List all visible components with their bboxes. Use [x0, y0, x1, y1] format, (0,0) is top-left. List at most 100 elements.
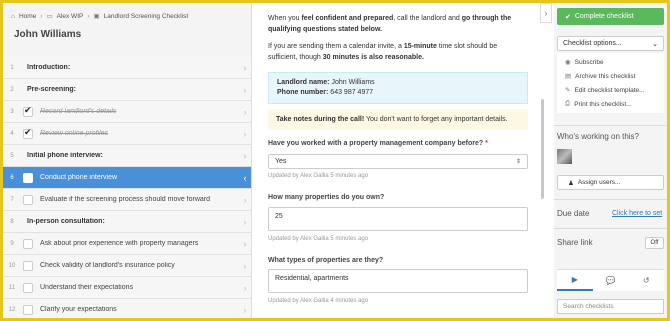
- intro-text: When you feel confident and prepared, ca…: [268, 15, 512, 33]
- breadcrumb-folder[interactable]: Alex WIP: [57, 13, 84, 20]
- checklist-sidebar: ⌂ Home › ▭ Alex WIP › ▣ Landlord Screeni…: [3, 3, 252, 318]
- section-heading[interactable]: 1 Introduction: ›: [3, 57, 251, 79]
- question-3-label: What types of properties are they?: [268, 257, 384, 264]
- app-frame: ⌂ Home › ▭ Alex WIP › ▣ Landlord Screeni…: [3, 3, 667, 318]
- task-checkbox[interactable]: [23, 304, 33, 315]
- check-icon: ✔: [565, 13, 571, 21]
- comments-tab[interactable]: 💬: [593, 270, 629, 291]
- question-1-select[interactable]: Yes ⇕: [268, 154, 528, 169]
- print-icon: ⎙: [565, 100, 571, 107]
- chevron-right-icon: ›: [243, 216, 247, 227]
- task-item[interactable]: 12 Clarify your expectations ›: [3, 299, 251, 318]
- divider: [554, 228, 667, 229]
- notes-callout: Take notes during the call! You don't wa…: [268, 109, 528, 130]
- question-2-label: How many properties do you own?: [268, 194, 385, 201]
- task-item[interactable]: 11 Understand their expectations ›: [3, 277, 251, 299]
- task-content: When you feel confident and prepared, ca…: [268, 3, 536, 318]
- chevron-right-icon: ›: [243, 304, 247, 315]
- working-label: Who's working on this?: [557, 132, 640, 141]
- task-checkbox[interactable]: [23, 172, 33, 183]
- item-label: Introduction:: [27, 64, 71, 71]
- section-heading[interactable]: 2 Pre-screening: ›: [3, 79, 251, 101]
- task-item[interactable]: 4 Review online profiles ›: [3, 123, 251, 145]
- item-number: 6: [10, 174, 14, 181]
- avatar[interactable]: [557, 149, 572, 164]
- task-checkbox[interactable]: [23, 238, 33, 249]
- history-tab[interactable]: ↺: [628, 270, 664, 291]
- task-item[interactable]: 6 Conduct phone interview ‹: [3, 167, 251, 189]
- checklist-options-menu: ◉ Subscribe ▤ Archive this checklist ✎ Edit c…: [557, 53, 664, 113]
- chevron-right-icon: ›: [243, 84, 247, 95]
- options-menu-item[interactable]: ◉ Subscribe: [557, 55, 664, 69]
- section-heading[interactable]: 5 Initial phone interview: ›: [3, 145, 251, 167]
- item-label: Record landlord's details: [40, 108, 117, 115]
- chevron-right-icon: ›: [243, 260, 247, 271]
- item-number: 12: [8, 306, 16, 313]
- question-1-label: Have you worked with a property manageme…: [268, 140, 488, 147]
- chevron-down-icon: ⌄: [652, 40, 658, 48]
- breadcrumb-checklist[interactable]: Landlord Screening Checklist: [104, 13, 189, 20]
- updown-icon: ⇕: [515, 159, 521, 165]
- chevron-right-icon: ›: [243, 282, 247, 293]
- question-2-input[interactable]: 25: [268, 207, 528, 231]
- item-label: Understand their expectations: [40, 284, 133, 291]
- landlord-info-box: Landlord name: John Williams Phone numbe…: [268, 72, 528, 104]
- chevron-right-icon: ›: [243, 106, 247, 117]
- play-tab[interactable]: ▶: [557, 270, 593, 291]
- collapse-sidebar-button[interactable]: ›: [540, 3, 552, 23]
- task-checkbox[interactable]: [23, 127, 33, 139]
- item-label: Pre-screening:: [27, 86, 77, 93]
- assign-users-button[interactable]: ♟ Assign users...: [557, 175, 664, 190]
- breadcrumb-home[interactable]: Home: [19, 13, 36, 20]
- question-3-input[interactable]: Residential, apartments: [268, 269, 528, 293]
- share-link-label: Share link: [557, 238, 593, 247]
- content-scrollbar[interactable]: [541, 99, 544, 199]
- task-checkbox[interactable]: [23, 194, 33, 205]
- item-label: Review online profiles: [40, 130, 109, 137]
- breadcrumb: ⌂ Home › ▭ Alex WIP › ▣ Landlord Screeni…: [11, 12, 189, 21]
- task-item[interactable]: 9 Ask about prior experience with propert…: [3, 233, 251, 255]
- share-link-toggle[interactable]: Off: [645, 237, 664, 249]
- options-menu-item[interactable]: ▤ Archive this checklist: [557, 69, 664, 83]
- chevron-right-icon: ›: [243, 62, 247, 73]
- set-due-date-link[interactable]: Click here to set: [612, 210, 662, 217]
- item-label: Clarify your expectations: [40, 306, 117, 313]
- question-3-updated: Updated by Alex Gallia 4 minutes ago: [268, 298, 369, 304]
- divider: [554, 125, 667, 126]
- template-icon: ▣: [93, 13, 100, 20]
- landlord-name: John Williams: [331, 79, 375, 86]
- user-icon: ♟: [568, 179, 574, 187]
- chevron-right-icon: ›: [243, 194, 247, 205]
- options-menu-item[interactable]: ⎙ Print this checklist...: [557, 97, 664, 111]
- task-checkbox[interactable]: [23, 260, 33, 271]
- divider: [554, 199, 667, 200]
- item-label: Check validity of landlord's insurance p…: [40, 262, 175, 269]
- chevron-right-icon: ›: [40, 12, 43, 20]
- item-number: 11: [8, 284, 16, 291]
- item-label: In-person consultation:: [27, 218, 105, 225]
- task-item[interactable]: 10 Check validity of landlord's insurance…: [3, 255, 251, 277]
- folder-icon: ▭: [46, 13, 53, 20]
- item-number: 3: [10, 108, 14, 115]
- item-label: Conduct phone interview: [40, 174, 118, 181]
- play-icon: ▶: [571, 275, 578, 284]
- task-item[interactable]: 3 Record landlord's details ›: [3, 101, 251, 123]
- item-number: 1: [10, 64, 14, 71]
- item-number: 8: [10, 218, 14, 225]
- landlord-name-label: Landlord name:: [277, 79, 330, 86]
- chevron-right-icon: ›: [243, 238, 247, 249]
- home-icon: ⌂: [11, 12, 15, 20]
- search-checklists-input[interactable]: Search checklists: [557, 299, 664, 314]
- task-checkbox[interactable]: [23, 282, 33, 293]
- pencil-icon: ✎: [565, 87, 571, 94]
- checklist-options-dropdown[interactable]: Checklist options... ⌄: [557, 36, 664, 51]
- section-heading[interactable]: 8 In-person consultation: ›: [3, 211, 251, 233]
- task-checkbox[interactable]: [23, 105, 33, 117]
- task-item[interactable]: 7 Evaluate if the screening process shoul…: [3, 189, 251, 211]
- phone-number: 643 987 4977: [330, 89, 374, 96]
- options-menu-item[interactable]: ✎ Edit checklist template...: [557, 83, 664, 97]
- chevron-right-icon: ›: [243, 128, 247, 139]
- eye-icon: ◉: [565, 59, 571, 66]
- question-2-updated: Updated by Alex Gallia 5 minutes ago: [268, 236, 369, 242]
- complete-checklist-button[interactable]: ✔ Complete checklist: [557, 8, 664, 25]
